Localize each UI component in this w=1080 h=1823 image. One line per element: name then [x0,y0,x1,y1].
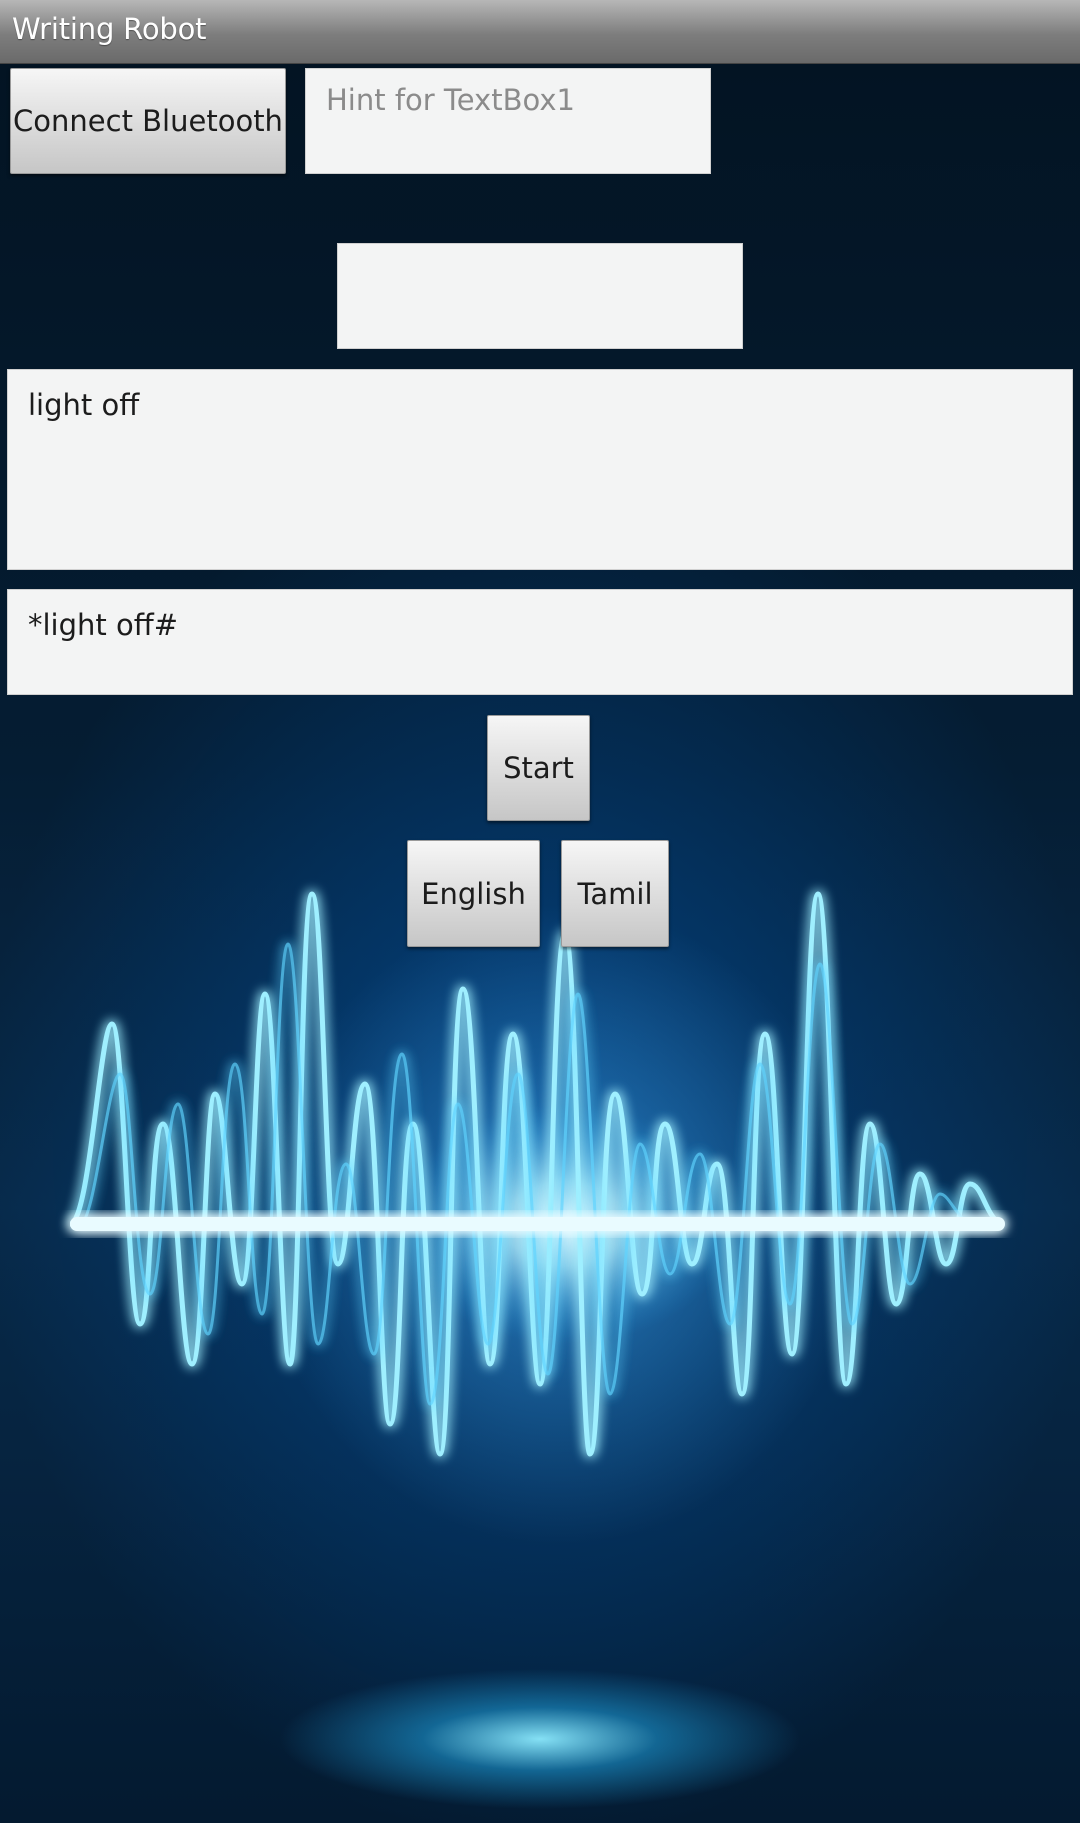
textbox1-placeholder: Hint for TextBox1 [326,83,575,117]
recognized-text-value: light off [28,388,140,422]
english-label: English [421,876,526,911]
command-text-value: *light off# [28,608,179,642]
connect-bluetooth-button[interactable]: Connect Bluetooth [10,68,286,174]
english-button[interactable]: English [407,840,540,947]
recognized-text-area[interactable]: light off [7,369,1073,570]
connect-bluetooth-label: Connect Bluetooth [13,104,283,138]
command-text-field[interactable]: *light off# [7,589,1073,695]
wave-baseline [70,1217,1005,1231]
textbox2-input[interactable] [337,243,743,349]
start-label: Start [503,751,574,785]
app-title: Writing Robot [12,12,207,46]
title-bar: Writing Robot [0,0,1080,64]
textbox1-input[interactable]: Hint for TextBox1 [305,68,711,174]
start-button[interactable]: Start [487,715,590,821]
tamil-label: Tamil [577,876,653,911]
tamil-button[interactable]: Tamil [561,840,669,947]
